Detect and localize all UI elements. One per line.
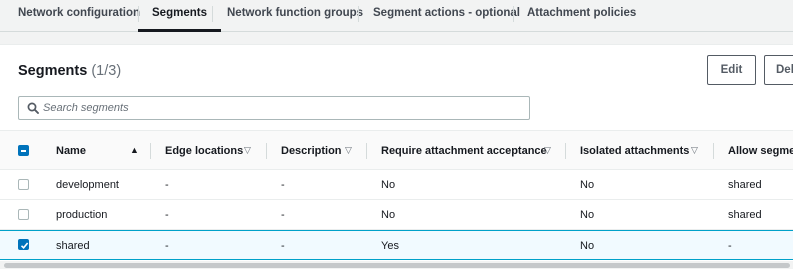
column-divider[interactable] xyxy=(713,143,714,159)
search-icon xyxy=(27,102,39,114)
sort-icon[interactable]: ▽ xyxy=(345,145,352,156)
column-header-isolated-attachments[interactable]: Isolated attachments xyxy=(580,145,689,157)
panel-title-text: Segments xyxy=(18,63,88,79)
cell-allow-segments: shared xyxy=(728,179,762,191)
table-row[interactable]: shared - - Yes No - xyxy=(0,230,793,260)
select-all-checkbox[interactable] xyxy=(18,145,29,156)
cell-name: development xyxy=(56,179,119,191)
sort-icon[interactable]: ▽ xyxy=(544,145,551,156)
tab-segment-actions[interactable]: Segment actions - optional xyxy=(373,0,520,32)
segments-panel: Segments (1/3) Edit Dele Name ▲ Edge loc… xyxy=(0,44,793,269)
column-header-require-acceptance[interactable]: Require attachment acceptance xyxy=(381,145,547,157)
cell-description: - xyxy=(281,209,285,221)
checkmark-icon xyxy=(20,242,29,249)
row-checkbox[interactable] xyxy=(18,239,29,250)
table-row[interactable]: development - - No No shared xyxy=(0,170,793,200)
column-divider[interactable] xyxy=(266,143,267,159)
delete-button[interactable]: Dele xyxy=(764,55,793,85)
horizontal-scrollbar[interactable] xyxy=(0,261,793,269)
tab-network-configuration[interactable]: Network configuration xyxy=(18,0,140,32)
cell-name: shared xyxy=(56,240,90,252)
sort-icon[interactable]: ▽ xyxy=(244,145,251,156)
edit-button[interactable]: Edit xyxy=(707,55,756,85)
column-divider[interactable] xyxy=(565,143,566,159)
cell-edge-locations: - xyxy=(165,179,169,191)
column-header-allow-segments[interactable]: Allow segmen xyxy=(728,145,793,157)
tab-divider xyxy=(358,6,359,22)
column-header-name[interactable]: Name xyxy=(56,145,86,157)
cell-allow-segments: - xyxy=(728,240,732,252)
tab-divider xyxy=(212,6,213,22)
scrollbar-thumb[interactable] xyxy=(4,263,790,268)
cell-isolated-attachments: No xyxy=(580,209,595,221)
cell-description: - xyxy=(281,240,285,252)
tab-segments[interactable]: Segments xyxy=(138,0,221,32)
column-header-description[interactable]: Description xyxy=(281,145,342,157)
column-divider[interactable] xyxy=(150,143,151,159)
column-header-edge-locations[interactable]: Edge locations xyxy=(165,145,243,157)
selection-count: (1/3) xyxy=(91,63,122,79)
tab-divider xyxy=(513,6,514,22)
cell-isolated-attachments: No xyxy=(580,179,595,191)
sort-icon[interactable]: ▽ xyxy=(691,145,698,156)
table-header: Name ▲ Edge locations ▽ Description ▽ Re… xyxy=(0,130,793,170)
row-checkbox[interactable] xyxy=(18,209,29,220)
search-box xyxy=(18,96,530,120)
sort-ascending-icon[interactable]: ▲ xyxy=(130,145,139,155)
cell-require-acceptance: Yes xyxy=(381,240,399,252)
cell-edge-locations: - xyxy=(165,209,169,221)
panel-title: Segments (1/3) xyxy=(18,63,121,79)
cell-isolated-attachments: No xyxy=(580,240,595,252)
tab-network-function-groups[interactable]: Network function groups xyxy=(227,0,363,32)
search-input[interactable] xyxy=(43,99,523,117)
cell-description: - xyxy=(281,179,285,191)
cell-require-acceptance: No xyxy=(381,209,396,221)
table-row[interactable]: production - - No No shared xyxy=(0,200,793,230)
cell-edge-locations: - xyxy=(165,240,169,252)
tab-attachment-policies[interactable]: Attachment policies xyxy=(527,0,636,32)
cell-allow-segments: shared xyxy=(728,209,762,221)
tab-divider xyxy=(138,6,139,22)
column-divider[interactable] xyxy=(366,143,367,159)
cell-require-acceptance: No xyxy=(381,179,396,191)
tab-bar: Network configuration Segments Network f… xyxy=(0,0,793,32)
row-checkbox[interactable] xyxy=(18,179,29,190)
cell-name: production xyxy=(56,209,108,221)
